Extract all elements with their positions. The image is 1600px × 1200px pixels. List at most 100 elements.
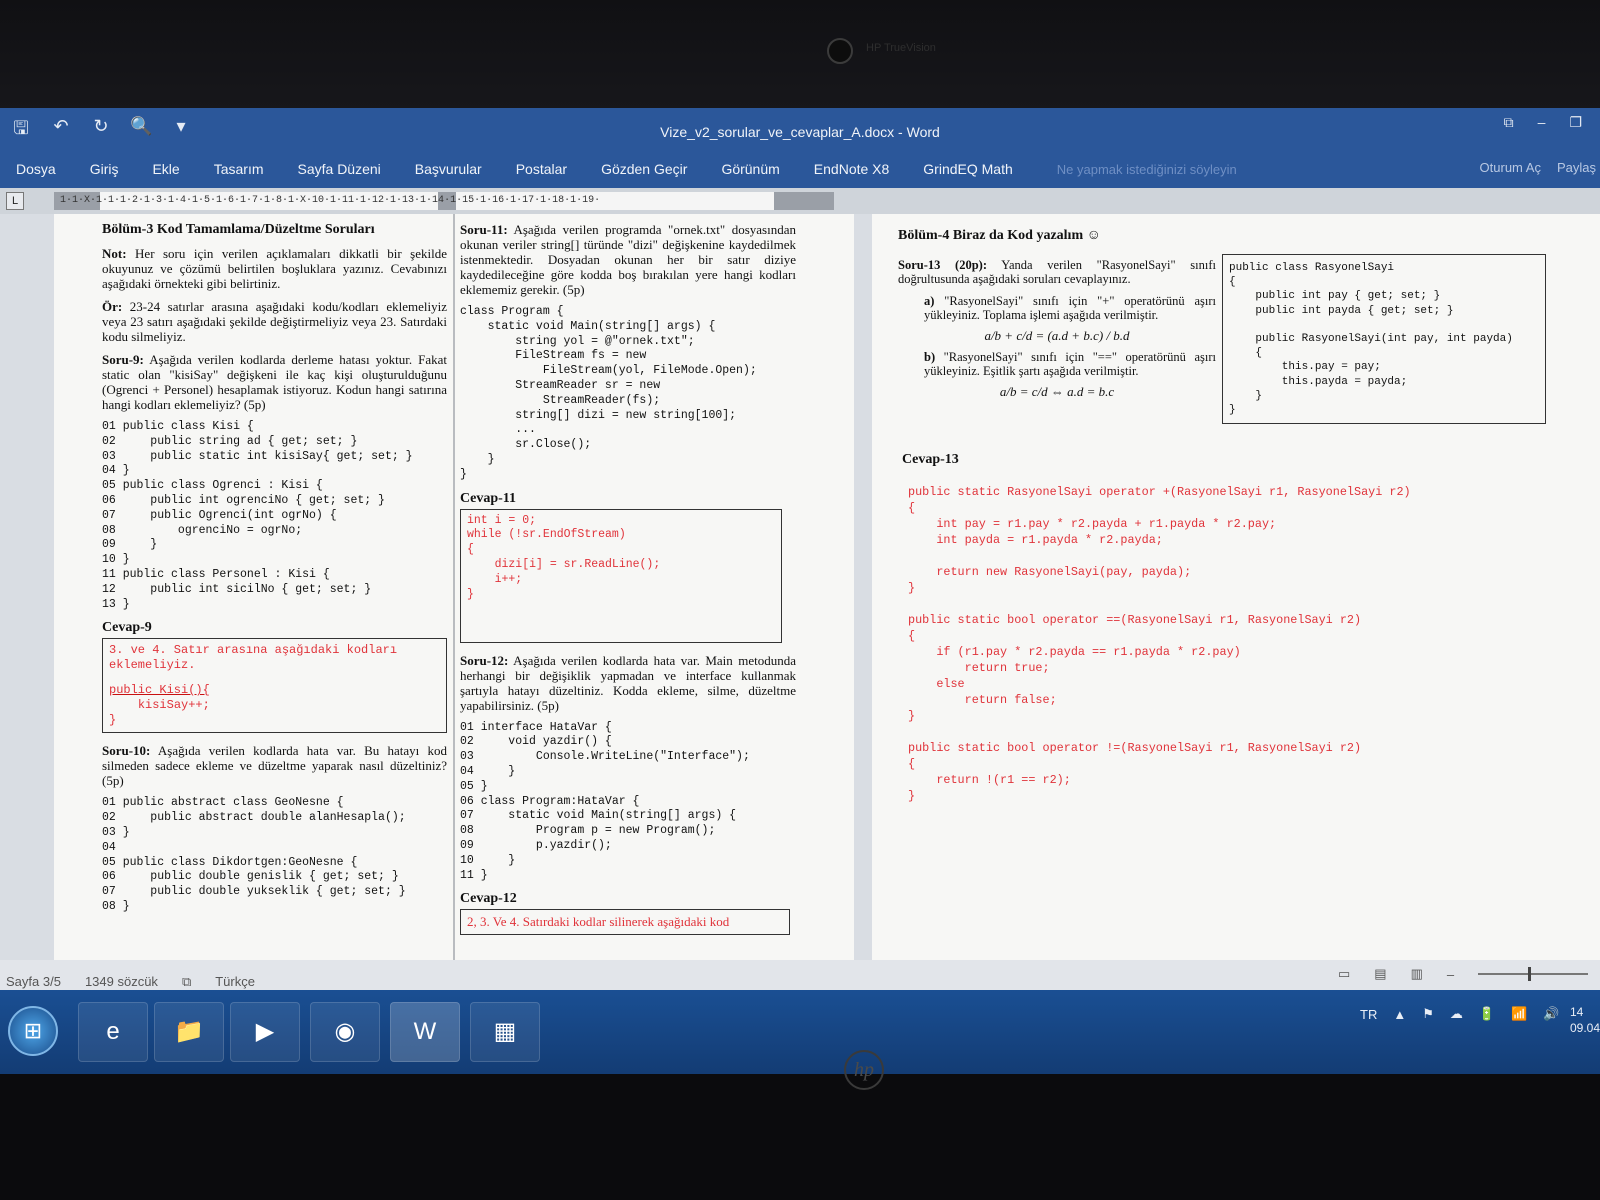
column-b: Soru-11: Aşağıda verilen programda "orne… <box>460 222 796 945</box>
q13-part-a: a) "RasyonelSayi" sınıfı için "+" operat… <box>924 294 1216 322</box>
zoom-slider[interactable] <box>1478 967 1589 981</box>
language-indicator[interactable]: Türkçe <box>215 974 255 990</box>
zoom-slider-thumb[interactable] <box>1528 967 1532 981</box>
tab-gozden-gecir[interactable]: Gözden Geçir <box>601 161 687 177</box>
internet-explorer-icon[interactable]: e <box>78 1002 148 1062</box>
document-page-right[interactable]: Bölüm-4 Biraz da Kod yazalım ☺ Soru-13 (… <box>872 214 1600 1060</box>
answer-9-title: Cevap-9 <box>102 620 152 636</box>
tab-dosya[interactable]: Dosya <box>16 161 56 177</box>
ruler-ticks: 1·1·X·1·1·1·2·1·3·1·4·1·5·1·6·1·7·1·8·1·… <box>60 195 601 206</box>
zoom-out-button[interactable]: – <box>1447 967 1454 982</box>
chrome-icon[interactable]: ◉ <box>310 1002 380 1062</box>
view-controls: ▭ ▤ ▥ – + <box>1338 966 1600 982</box>
answer-9-line1: 3. ve 4. Satır arasına aşağıdaki kodları… <box>109 643 405 673</box>
q9-code: 01 public class Kisi { 02 public string … <box>102 420 413 611</box>
formula-addition: a/b + c/d = (a.d + b.c) / b.d <box>984 328 1130 343</box>
print-layout-icon[interactable]: ▤ <box>1374 966 1386 982</box>
question-13: Soru-13 (20p): Yanda verilen "RasyonelSa… <box>898 258 1216 406</box>
example-text: 23-24 satırlar arasına aşağıdaki kodu/ko… <box>102 299 447 344</box>
tab-endnote[interactable]: EndNote X8 <box>814 161 890 177</box>
question-9: Soru-9: Aşağıda verilen kodlarda derleme… <box>102 352 447 412</box>
tab-gorunum[interactable]: Görünüm <box>721 161 779 177</box>
column-a: Bölüm-3 Kod Tamamlama/Düzeltme Soruları … <box>102 222 447 923</box>
q11-label: Soru-11: <box>460 222 508 237</box>
volume-icon[interactable]: 🔊 <box>1543 1006 1559 1022</box>
start-button[interactable]: ⊞ <box>8 1006 58 1056</box>
answer-9-box: 3. ve 4. Satır arasına aşağıdaki kodları… <box>102 638 447 734</box>
q12-label: Soru-12: <box>460 652 509 668</box>
tab-ekle[interactable]: Ekle <box>152 161 179 177</box>
q13-paragraph: Soru-13 (20p): Yanda verilen "RasyonelSa… <box>898 258 1216 286</box>
answer-13-code: public static RasyonelSayi operator +(Ra… <box>908 485 1411 803</box>
q10-text: Aşağıda verilen kodlarda hata var. Bu ha… <box>102 743 447 789</box>
answer-11-box: int i = 0; while (!sr.EndOfStream) { diz… <box>460 508 782 643</box>
q13-label: Soru-13 (20p): <box>898 258 987 272</box>
example-paragraph: Ör: 23-24 satırlar arasına aşağıdaki kod… <box>102 299 447 344</box>
tab-selector[interactable]: L <box>6 192 24 210</box>
action-center-icon[interactable]: ⚑ <box>1422 1006 1434 1022</box>
taskbar: ⊞ e 📁 ▶ ◉ W ▦ TR ▲ ⚑ ☁ 🔋 📶 🔊 14 09.04 <box>0 990 1600 1074</box>
note-label: Not: <box>102 246 127 261</box>
tab-basvurular[interactable]: Başvurular <box>415 161 482 177</box>
screen: 🖫 ↶ ↻ 🔍 ▾ Vize_v2_sorular_ve_cevaplar_A.… <box>0 108 1600 1074</box>
status-left: Sayfa 3/5 1349 sözcük ⧉ Türkçe <box>6 974 255 990</box>
answer-12-text: 2, 3. Ve 4. Satırdaki kodlar silinerek a… <box>467 914 730 930</box>
word-count[interactable]: 1349 sözcük <box>85 974 158 990</box>
q10-label: Soru-10: <box>102 743 151 759</box>
tell-me-search[interactable]: Ne yapmak istediğinizi söyleyin <box>1057 162 1237 177</box>
tab-giris[interactable]: Giriş <box>90 161 119 177</box>
section-heading: Bölüm-3 Kod Tamamlama/Düzeltme Soruları <box>102 222 375 237</box>
rasyonel-sayi-class-code: public class RasyonelSayi { public int p… <box>1229 262 1513 417</box>
clock-time: 14 <box>1570 1005 1584 1019</box>
webcam-label: HP TrueVision <box>866 42 936 54</box>
show-hidden-icons-icon[interactable]: ▲ <box>1393 1007 1406 1022</box>
answer-9-line4: } <box>109 713 117 728</box>
system-tray: TR ▲ ⚑ ☁ 🔋 📶 🔊 <box>1360 1006 1559 1022</box>
network-icon[interactable]: 📶 <box>1511 1006 1527 1022</box>
sign-in-link[interactable]: Oturum Aç <box>1480 160 1541 175</box>
read-mode-icon[interactable]: ▭ <box>1338 966 1350 982</box>
part-a-label: a) <box>924 294 935 308</box>
tab-grindeq-math[interactable]: GrindEQ Math <box>923 161 1012 177</box>
answer-11-code: int i = 0; while (!sr.EndOfStream) { diz… <box>467 513 661 601</box>
q13-part-b: b) "RasyonelSayi" sınıfı için "==" opera… <box>924 350 1216 378</box>
q10-code: 01 public abstract class GeoNesne { 02 p… <box>102 796 406 913</box>
horizontal-ruler[interactable]: 1·1·X·1·1·1·2·1·3·1·4·1·5·1·6·1·7·1·8·1·… <box>54 192 834 210</box>
media-player-icon[interactable]: ▶ <box>230 1002 300 1062</box>
ribbon-display-options-icon[interactable]: ⧉ <box>1504 114 1514 131</box>
question-10: Soru-10: Aşağıda verilen kodlarda hata v… <box>102 743 447 788</box>
laptop-bezel-top: HP TrueVision <box>0 0 1600 110</box>
answer-12-title: Cevap-12 <box>460 891 517 907</box>
formula-equality: a/b = c/d ⇔ a.d = b.c <box>999 384 1115 399</box>
file-explorer-icon[interactable]: 📁 <box>154 1002 224 1062</box>
minimize-button[interactable]: – <box>1538 114 1546 131</box>
question-11: Soru-11: Aşağıda verilen programda "orne… <box>460 222 796 297</box>
part-a-text: "RasyonelSayi" sınıfı için "+" operatörü… <box>924 294 1217 322</box>
cloud-icon[interactable]: ☁ <box>1450 1006 1463 1022</box>
webcam-icon <box>827 38 853 64</box>
word-icon[interactable]: W <box>390 1002 460 1062</box>
settings-app-icon[interactable]: ▦ <box>470 1002 540 1062</box>
window-controls: ⧉ – ❐ <box>1504 114 1582 131</box>
restore-button[interactable]: ❐ <box>1569 114 1582 131</box>
web-layout-icon[interactable]: ▥ <box>1411 966 1423 982</box>
page-indicator[interactable]: Sayfa 3/5 <box>6 974 61 990</box>
input-language[interactable]: TR <box>1360 1007 1377 1022</box>
tab-postalar[interactable]: Postalar <box>516 161 567 177</box>
tab-sayfa-duzeni[interactable]: Sayfa Düzeni <box>298 161 381 177</box>
battery-icon[interactable]: 🔋 <box>1479 1006 1495 1022</box>
document-page-left[interactable]: Bölüm-3 Kod Tamamlama/Düzeltme Soruları … <box>54 214 854 1060</box>
q12-code: 01 interface HataVar { 02 void yazdir() … <box>460 720 750 882</box>
tab-tasarim[interactable]: Tasarım <box>214 161 264 177</box>
proofing-icon[interactable]: ⧉ <box>182 974 191 990</box>
window-title: Vize_v2_sorular_ve_cevaplar_A.docx - Wor… <box>660 124 940 140</box>
laptop-bezel-bottom <box>0 1074 1600 1200</box>
clock[interactable]: 14 09.04 <box>1570 1004 1600 1036</box>
q9-text: Aşağıda verilen kodlarda derleme hatası … <box>102 352 447 412</box>
hp-logo: hp <box>844 1050 884 1090</box>
share-button[interactable]: Paylaş <box>1557 160 1596 175</box>
q12-text: Aşağıda verilen kodlarda hata var. Main … <box>460 652 796 713</box>
rasyonel-sayi-class-box: public class RasyonelSayi { public int p… <box>1222 254 1546 424</box>
clock-date: 09.04 <box>1570 1021 1600 1035</box>
ribbon-account: Oturum Aç Paylaş <box>1480 160 1596 175</box>
